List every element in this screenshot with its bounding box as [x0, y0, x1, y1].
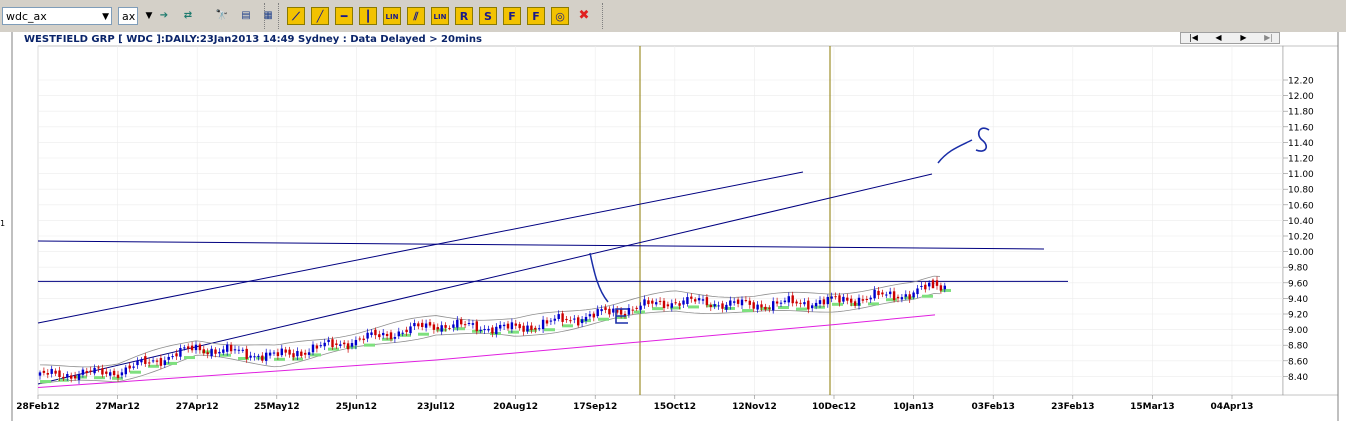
- lin-channel-tool-icon[interactable]: LIN: [431, 7, 449, 25]
- horizontal-line-tool-icon[interactable]: ━: [335, 7, 353, 25]
- toolbar: wdc_ax ▼ ax ▼ ➔ ⇄ 🔭 ▤ ▦ ⟋ ╱ ━ ┃ LIN ⫽ LIN R S F F ◎ ✖: [0, 0, 1346, 32]
- list-button[interactable]: ▤: [237, 7, 255, 25]
- cycle-tool-icon[interactable]: ◎: [551, 7, 569, 25]
- toolbar-grip[interactable]: [602, 3, 606, 29]
- lin-tool-icon[interactable]: LIN: [383, 7, 401, 25]
- nav-first-button[interactable]: |◀: [1181, 33, 1206, 43]
- side-marker: 1: [0, 219, 6, 228]
- vertical-line-tool-icon[interactable]: ┃: [359, 7, 377, 25]
- parallel-lines-tool-icon[interactable]: ⫽: [407, 7, 425, 25]
- symbol-value: wdc_ax: [6, 10, 47, 23]
- nav-last-button[interactable]: ▶|: [1256, 33, 1281, 43]
- find-button[interactable]: 🔭: [213, 7, 231, 25]
- toolbar-grip[interactable]: [278, 3, 282, 29]
- chevron-down-icon: ▼: [102, 12, 109, 22]
- toolbar-grip[interactable]: [264, 3, 268, 29]
- exchange-value: ax: [122, 10, 136, 23]
- trendline-tool-icon[interactable]: ╱: [311, 7, 329, 25]
- chart-navigation: |◀ ◀ ▶ ▶|: [1180, 32, 1280, 44]
- nav-next-button[interactable]: ▶: [1231, 33, 1256, 43]
- nav-prev-button[interactable]: ◀: [1206, 33, 1231, 43]
- line-tool-icon[interactable]: ⟋: [287, 7, 305, 25]
- properties-button[interactable]: ▦: [259, 7, 277, 25]
- refresh-button[interactable]: ⇄: [179, 7, 197, 25]
- chart-panel: [0, 32, 1346, 421]
- fibonacci-ext-tool-icon[interactable]: F: [527, 7, 545, 25]
- fibonacci-fan-tool-icon[interactable]: F: [503, 7, 521, 25]
- retracement-tool-icon[interactable]: R: [455, 7, 473, 25]
- exchange-select[interactable]: ax: [118, 7, 138, 25]
- s-tool-icon[interactable]: S: [479, 7, 497, 25]
- go-button[interactable]: ➔: [155, 7, 173, 25]
- delete-drawings-icon[interactable]: ✖: [575, 7, 593, 25]
- chart-title: WESTFIELD GRP [ WDC ]:DAILY:23Jan2013 14…: [24, 34, 482, 45]
- symbol-select[interactable]: wdc_ax ▼: [2, 7, 112, 25]
